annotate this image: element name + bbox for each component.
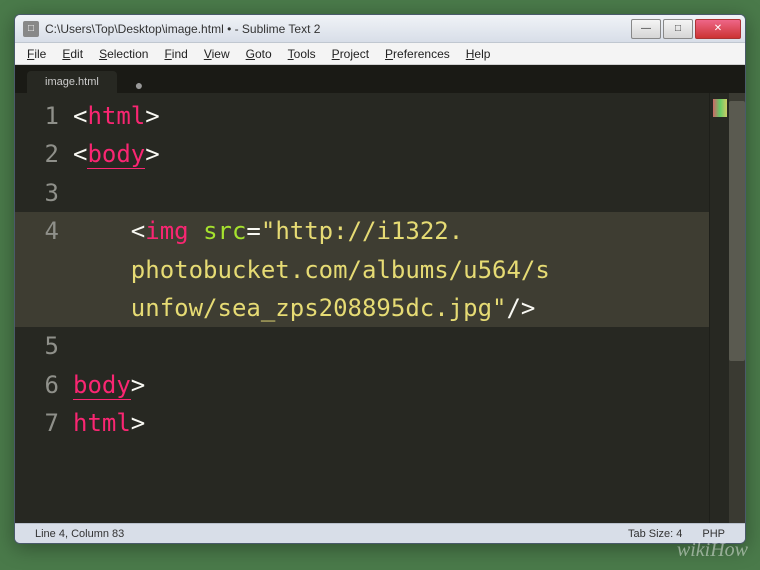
menu-preferences[interactable]: Preferences <box>377 45 458 63</box>
window-title: C:\Users\Top\Desktop\image.html • - Subl… <box>45 22 629 36</box>
maximize-button[interactable]: □ <box>663 19 693 39</box>
menu-project[interactable]: Project <box>324 45 377 63</box>
code-line: <img src="http://i1322. <box>73 212 709 250</box>
menu-goto[interactable]: Goto <box>238 45 280 63</box>
window-controls: — □ ✕ <box>629 19 741 39</box>
menu-edit[interactable]: Edit <box>54 45 91 63</box>
code-line: html> <box>73 404 709 442</box>
gutter: 1234567 <box>15 93 73 523</box>
lineno-7: 7 <box>15 404 73 442</box>
menu-tools[interactable]: Tools <box>280 45 324 63</box>
statusbar: Line 4, Column 83 Tab Size: 4 PHP <box>15 523 745 543</box>
minimap-viewport <box>713 99 727 117</box>
lineno-6: 6 <box>15 366 73 404</box>
code-line <box>73 174 709 212</box>
status-position[interactable]: Line 4, Column 83 <box>35 528 124 540</box>
status-language[interactable]: PHP <box>702 528 725 540</box>
app-window: □ C:\Users\Top\Desktop\image.html • - Su… <box>14 14 746 544</box>
lineno-5: 5 <box>15 327 73 365</box>
menu-help[interactable]: Help <box>458 45 499 63</box>
titlebar[interactable]: □ C:\Users\Top\Desktop\image.html • - Su… <box>15 15 745 43</box>
lineno-3: 3 <box>15 174 73 212</box>
scroll-thumb[interactable] <box>729 101 745 361</box>
code-line: photobucket.com/albums/u564/s <box>73 251 709 289</box>
close-button[interactable]: ✕ <box>695 19 741 39</box>
menu-file[interactable]: File <box>19 45 54 63</box>
app-icon: □ <box>23 21 39 37</box>
lineno-4: 4 <box>15 212 73 327</box>
menubar: FileEditSelectionFindViewGotoToolsProjec… <box>15 43 745 65</box>
lineno-2: 2 <box>15 135 73 173</box>
code-line: <body> <box>73 135 709 173</box>
code-line: unfow/sea_zps208895dc.jpg"/> <box>73 289 709 327</box>
lineno-1: 1 <box>15 97 73 135</box>
menu-selection[interactable]: Selection <box>91 45 156 63</box>
status-tabsize[interactable]: Tab Size: 4 <box>628 528 682 540</box>
menu-view[interactable]: View <box>196 45 238 63</box>
code-line <box>73 327 709 365</box>
tabbar: image.html ● <box>15 65 745 93</box>
tab-image-html[interactable]: image.html <box>27 71 117 93</box>
code-area[interactable]: <html><body> <img src="http://i1322. pho… <box>73 93 709 523</box>
editor[interactable]: 1234567 <html><body> <img src="http://i1… <box>15 93 745 523</box>
tab-dirty-indicator: ● <box>135 77 143 93</box>
code-content: <html><body> <img src="http://i1322. pho… <box>73 97 709 443</box>
minimize-button[interactable]: — <box>631 19 661 39</box>
code-line: body> <box>73 366 709 404</box>
minimap[interactable] <box>709 93 729 523</box>
scrollbar[interactable] <box>729 93 745 523</box>
code-line: <html> <box>73 97 709 135</box>
menu-find[interactable]: Find <box>156 45 195 63</box>
